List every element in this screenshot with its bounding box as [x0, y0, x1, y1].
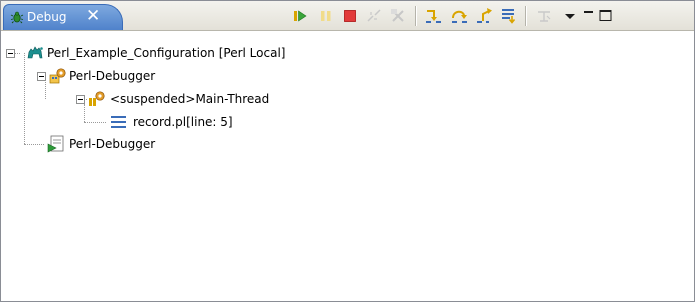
terminate-icon[interactable]	[341, 7, 359, 25]
tree-row-process[interactable]: Perl-Debugger	[1, 134, 601, 154]
tree-row-thread[interactable]: <suspended>Main-Thread	[1, 89, 601, 109]
process-icon	[47, 135, 64, 153]
launch-tree: Perl_Example_Configuration [Perl Local] …	[1, 31, 694, 301]
stack-frame-icon	[111, 116, 126, 128]
thread-label: <suspended>Main-Thread	[110, 92, 270, 106]
step-over-icon[interactable]	[450, 7, 468, 25]
debug-bug-icon	[10, 11, 24, 24]
resume-icon[interactable]	[291, 7, 309, 25]
perl-camel-icon	[27, 46, 43, 59]
view-title-bar: Debug ✕	[1, 1, 694, 31]
process-label: Perl-Debugger	[69, 137, 156, 151]
tab-debug[interactable]: Debug ✕	[3, 4, 123, 30]
tree-row-debug-target[interactable]: Perl-Debugger	[1, 66, 601, 86]
tab-close-icon[interactable]: ✕	[86, 6, 100, 26]
debug-view: Debug ✕ Perl_Example_Configuration [Perl…	[0, 0, 695, 302]
debug-target-icon	[49, 68, 66, 84]
toolbar-separator	[525, 6, 527, 26]
step-into-icon[interactable]	[424, 7, 442, 25]
launch-label: Perl_Example_Configuration [Perl Local]	[47, 46, 286, 60]
tab-debug-label: Debug	[27, 10, 67, 24]
maximize-icon[interactable]	[597, 7, 615, 25]
collapse-toggle-icon[interactable]	[37, 72, 46, 81]
drop-to-frame-icon[interactable]	[500, 7, 518, 25]
collapse-toggle-icon[interactable]	[76, 95, 85, 104]
remove-terminated-icon[interactable]	[389, 7, 407, 25]
suspend-icon[interactable]	[317, 7, 335, 25]
disconnect-icon[interactable]	[365, 7, 383, 25]
step-return-icon[interactable]	[476, 7, 494, 25]
tree-row-stack-frame[interactable]: record.pl[line: 5]	[1, 112, 601, 132]
use-step-filters-icon[interactable]	[535, 7, 553, 25]
debug-target-label: Perl-Debugger	[69, 69, 156, 83]
stack-frame-label: record.pl[line: 5]	[133, 115, 233, 129]
tree-row-launch[interactable]: Perl_Example_Configuration [Perl Local]	[1, 43, 601, 63]
suspended-thread-icon	[89, 91, 105, 106]
collapse-toggle-icon[interactable]	[6, 49, 15, 58]
toolbar-separator	[415, 6, 417, 26]
view-menu-icon[interactable]	[561, 7, 579, 25]
